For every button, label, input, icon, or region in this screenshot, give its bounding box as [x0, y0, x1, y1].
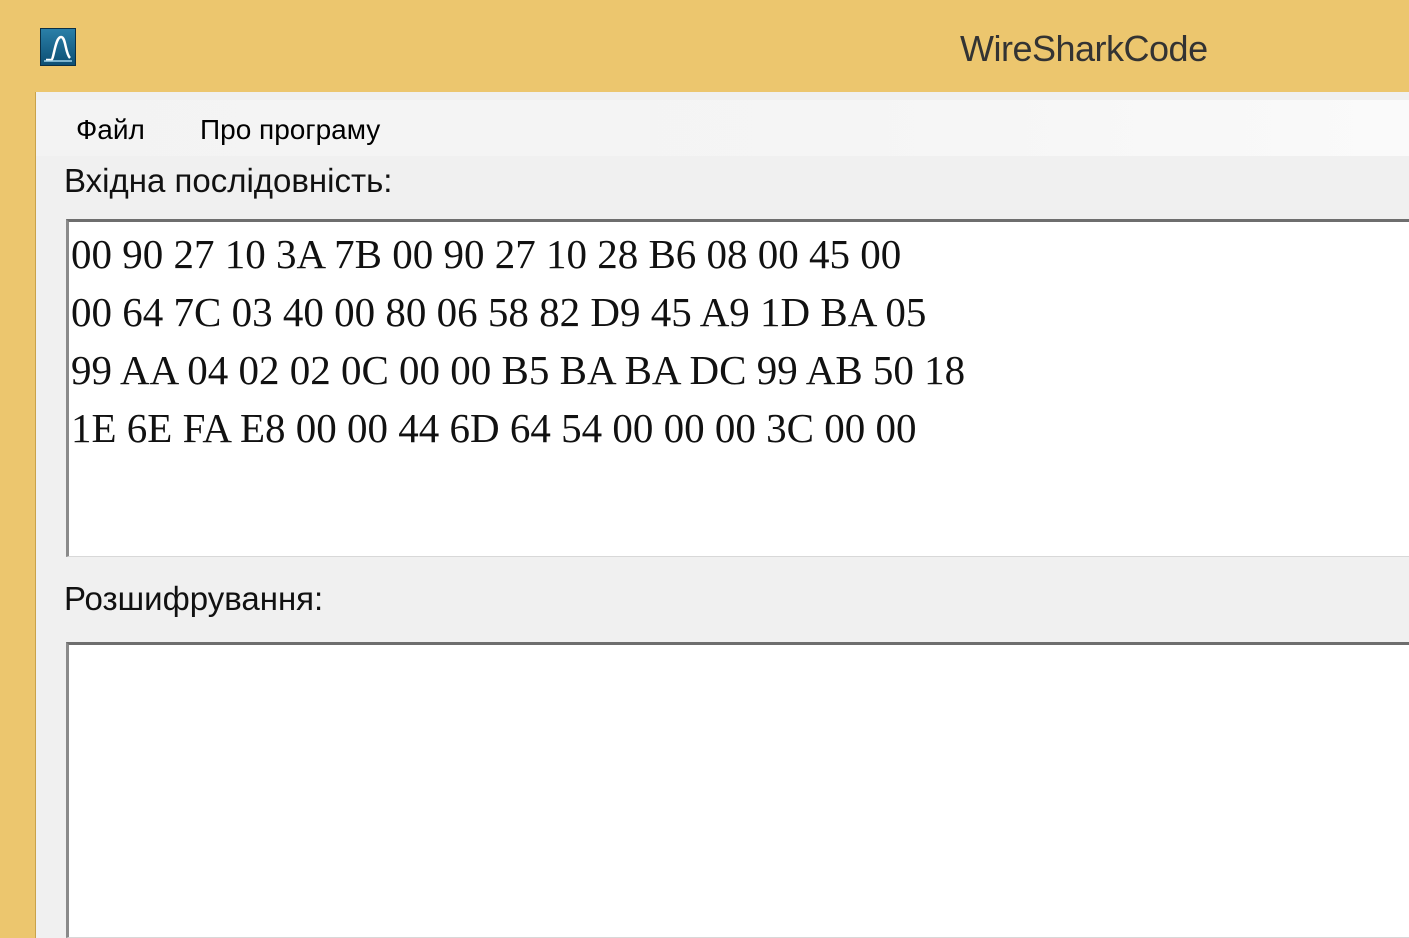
hex-line: 00 64 7C 03 40 00 80 06 58 82 D9 45 A9 1…: [71, 289, 927, 335]
menu-bar: Файл Про програму: [36, 100, 1409, 156]
hex-line: 00 90 27 10 3A 7B 00 90 27 10 28 B6 08 0…: [71, 231, 902, 277]
input-sequence-textbox[interactable]: 00 90 27 10 3A 7B 00 90 27 10 28 B6 08 0…: [66, 219, 1409, 557]
app-window: WireSharkCode Файл Про програму Вхідна п…: [0, 0, 1409, 938]
client-area: Файл Про програму Вхідна послідовність: …: [35, 92, 1409, 938]
hex-line: 99 AA 04 02 02 0C 00 00 B5 BA BA DC 99 A…: [71, 347, 966, 393]
title-bar[interactable]: WireSharkCode: [0, 0, 1409, 92]
wireshark-fin-icon[interactable]: [40, 28, 76, 66]
hex-line: 1E 6E FA E8 00 00 44 6D 64 54 00 00 00 3…: [71, 405, 917, 451]
hex-lines: 00 90 27 10 3A 7B 00 90 27 10 28 B6 08 0…: [69, 222, 1409, 457]
decoding-output-textbox[interactable]: [66, 642, 1409, 938]
menu-about-program[interactable]: Про програму: [198, 110, 382, 150]
decoding-label: Розшифрування:: [64, 580, 324, 617]
decoding-output-text: [69, 645, 1409, 648]
input-sequence-label: Вхідна послідовність:: [64, 162, 393, 199]
menu-file[interactable]: Файл: [74, 110, 147, 150]
window-title: WireSharkCode: [960, 28, 1208, 69]
